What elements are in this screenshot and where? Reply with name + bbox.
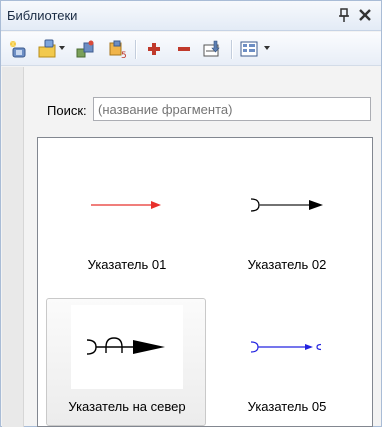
new-library-icon[interactable]	[7, 39, 29, 59]
fragment-preview	[231, 305, 343, 389]
libraries-panel: Библиотеки 5 Поиск: (название фрагмента)…	[0, 0, 382, 427]
open-library-icon[interactable]	[37, 39, 59, 59]
insert-fragment-icon[interactable]	[201, 39, 223, 59]
fragment-label: Указатель 01	[87, 257, 167, 272]
fragment-label: Указатель 02	[247, 257, 327, 272]
search-input[interactable]	[93, 97, 371, 121]
list-item[interactable]: Указатель 05	[206, 298, 366, 426]
library-manager-icon[interactable]	[75, 39, 97, 59]
chevron-down-icon[interactable]	[264, 46, 270, 50]
fragments-list[interactable]: Указатель 01 Указатель 02 Указатель на с…	[37, 137, 373, 427]
list-item-selected[interactable]: Указатель на север	[46, 298, 206, 426]
fragment-preview	[231, 163, 343, 247]
fragment-label: Указатель на север	[68, 399, 186, 414]
list-item[interactable]: Указатель 02	[206, 156, 366, 284]
list-item[interactable]: Указатель 01	[46, 156, 206, 284]
fragment-preview	[71, 305, 183, 389]
panel-titlebar: Библиотеки	[1, 1, 381, 31]
toolbar-separator	[231, 40, 232, 59]
pin-icon[interactable]	[336, 7, 352, 23]
close-icon[interactable]	[357, 7, 373, 23]
search-label: Поиск:	[47, 103, 87, 118]
toolbar-separator	[135, 40, 136, 59]
panel-title: Библиотеки	[7, 8, 78, 23]
fragment-preview	[71, 163, 183, 247]
svg-text:5: 5	[121, 51, 127, 59]
add-fragment-icon[interactable]	[143, 39, 165, 59]
library-properties-icon[interactable]: 5	[107, 39, 129, 59]
libraries-toolbar: 5	[1, 32, 381, 66]
chevron-down-icon[interactable]	[59, 46, 65, 50]
library-tree-strip[interactable]	[2, 67, 24, 427]
view-mode-icon[interactable]	[239, 39, 261, 59]
remove-fragment-icon[interactable]	[173, 39, 195, 59]
fragment-label: Указатель 05	[247, 399, 327, 414]
